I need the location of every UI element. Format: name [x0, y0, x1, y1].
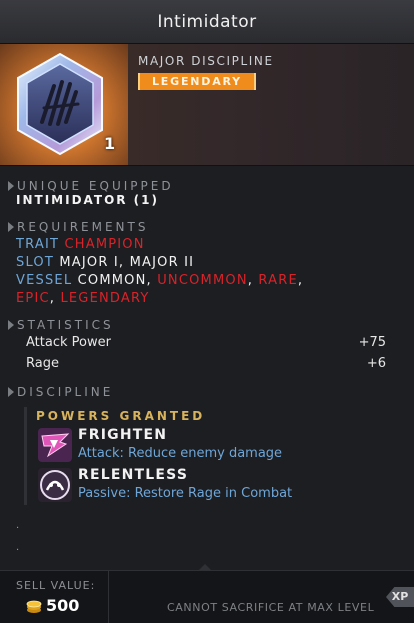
section-requirements-header: REQUIREMENTS	[8, 220, 148, 234]
power-name: RELENTLESS	[78, 467, 189, 483]
section-unique-header: UNIQUE EQUIPPED	[8, 179, 174, 193]
stat-value: +6	[366, 356, 386, 371]
section-arrow-icon	[8, 222, 14, 232]
power-desc: Attack: Reduce enemy damage	[78, 446, 283, 461]
discipline-claw-icon	[17, 52, 103, 156]
requirement-vessel: VESSEL COMMON, UNCOMMON, RARE,	[16, 273, 304, 288]
stat-row: Rage +6	[26, 356, 386, 371]
unique-equipped-value: INTIMIDATOR (1)	[16, 193, 160, 207]
footer: SELL VALUE: 500 CANNOT SACRIFICE AT MAX …	[0, 564, 414, 623]
sell-value-label: SELL VALUE:	[16, 579, 96, 592]
coin-icon	[26, 600, 42, 613]
powers-granted-title: POWERS GRANTED	[36, 409, 206, 423]
relentless-icon[interactable]	[38, 468, 72, 502]
stat-name: Rage	[26, 356, 59, 371]
section-arrow-icon	[8, 181, 14, 191]
power-name: FRIGHTEN	[78, 427, 168, 443]
xp-badge[interactable]: XP	[386, 587, 414, 607]
footer-notch	[198, 564, 212, 571]
frighten-icon[interactable]	[38, 428, 72, 462]
section-arrow-icon	[8, 387, 14, 397]
power-desc: Passive: Restore Rage in Combat	[78, 486, 293, 501]
sell-value-amount: 500	[46, 596, 80, 615]
sacrifice-note: CANNOT SACRIFICE AT MAX LEVEL	[167, 601, 375, 614]
powers-divider	[24, 407, 27, 505]
stat-name: Attack Power	[26, 335, 111, 350]
item-title: Intimidator	[157, 11, 257, 32]
item-type: MAJOR DISCIPLINE	[138, 54, 274, 68]
title-bar: Intimidator	[0, 0, 414, 44]
requirement-slot: SLOT MAJOR I, MAJOR II	[16, 255, 195, 270]
section-discipline-header: DISCIPLINE	[8, 385, 113, 399]
item-icon-tile[interactable]: 1	[0, 44, 128, 165]
rarity-badge: LEGENDARY	[138, 73, 256, 90]
section-arrow-icon	[8, 320, 14, 330]
stat-value: +75	[358, 335, 386, 350]
stat-row: Attack Power +75	[26, 335, 386, 350]
requirement-trait: TRAIT CHAMPION	[16, 237, 145, 252]
item-count: 1	[104, 134, 116, 153]
separator-dot: .	[16, 520, 20, 531]
requirement-vessel-cont: EPIC, LEGENDARY	[16, 291, 150, 306]
section-statistics-header: STATISTICS	[8, 318, 114, 332]
item-header: 1 MAJOR DISCIPLINE LEGENDARY	[0, 44, 414, 166]
separator-dot: .	[16, 542, 20, 553]
sell-value-box: SELL VALUE: 500	[0, 571, 109, 623]
